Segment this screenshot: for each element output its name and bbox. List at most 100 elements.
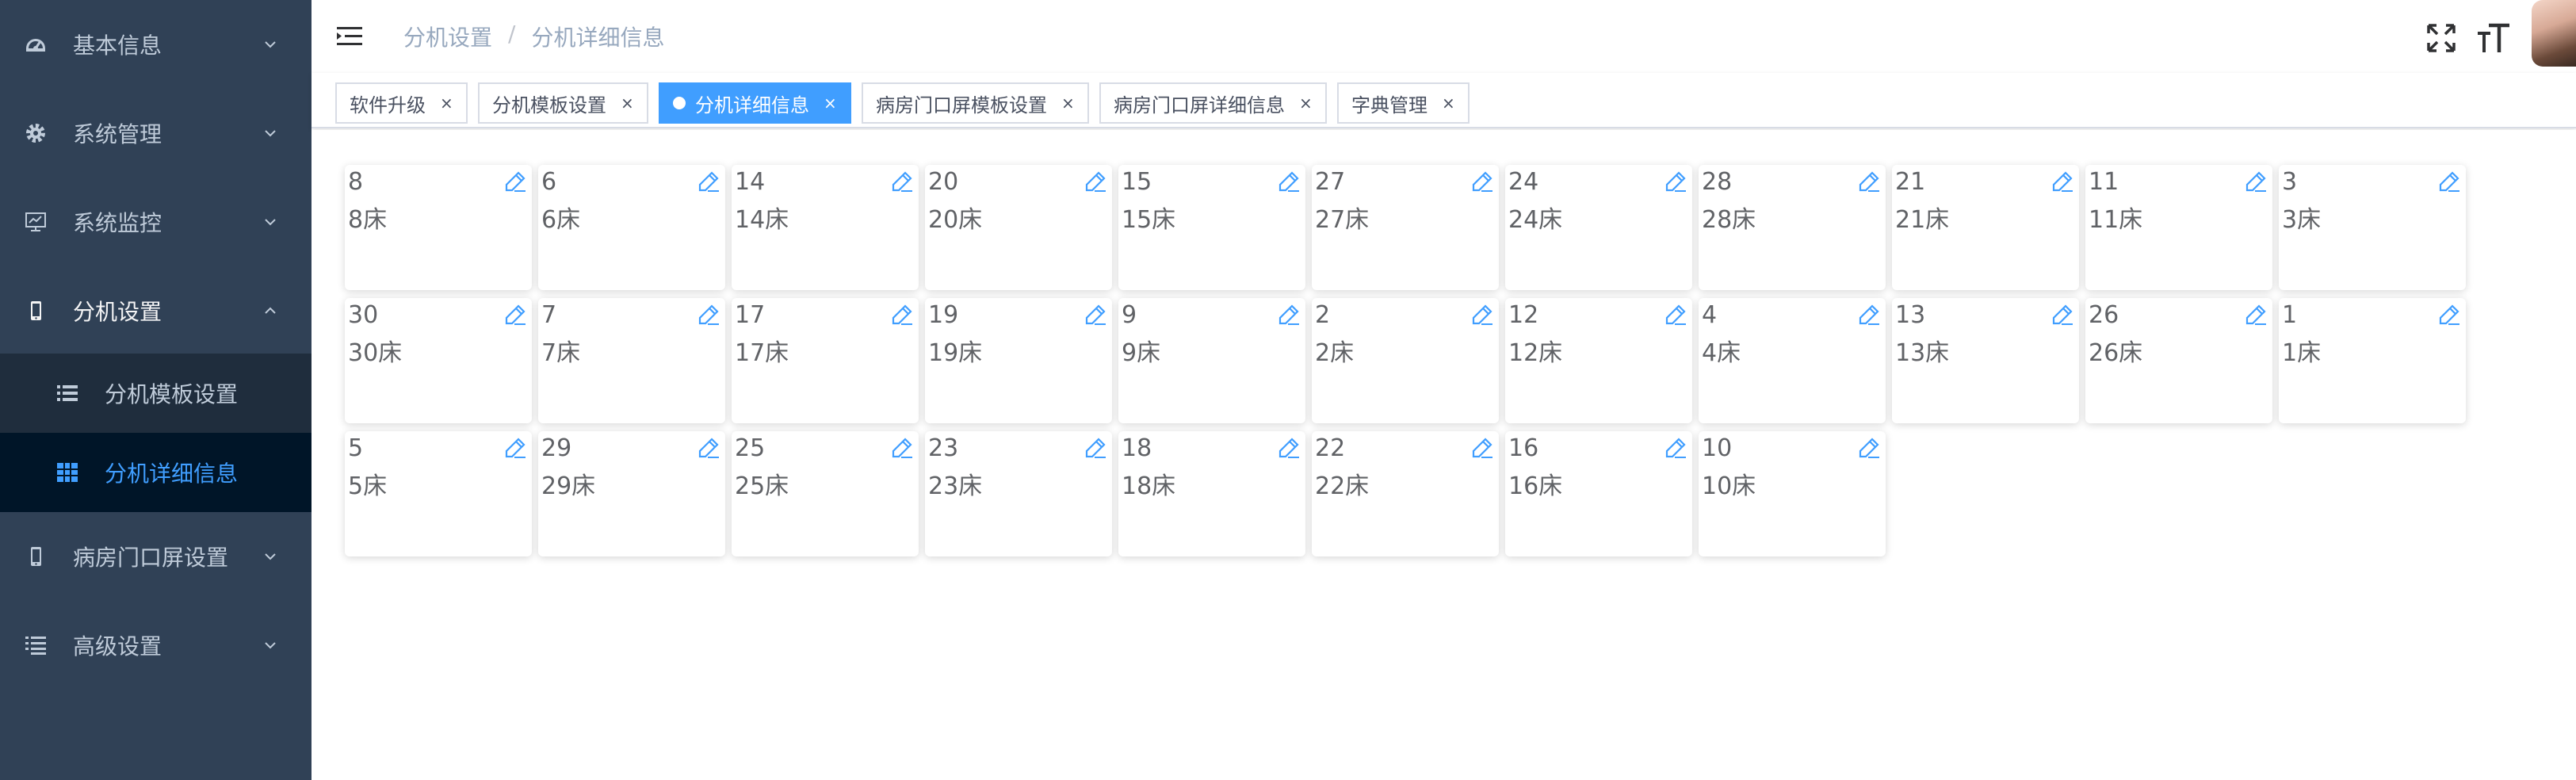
edit-icon[interactable] — [2244, 170, 2268, 193]
fullscreen-icon[interactable] — [2425, 22, 2457, 54]
close-icon[interactable]: × — [621, 94, 634, 113]
extension-card[interactable]: 8 8床 — [345, 165, 532, 290]
extension-card[interactable]: 12 12床 — [1505, 298, 1692, 423]
breadcrumb-item[interactable]: 分机设置 — [403, 21, 492, 52]
extension-card[interactable]: 3 3床 — [2279, 165, 2466, 290]
extension-card[interactable]: 7 7床 — [538, 298, 725, 423]
extension-card[interactable]: 20 20床 — [925, 165, 1112, 290]
edit-icon[interactable] — [2437, 303, 2461, 327]
extension-card[interactable]: 30 30床 — [345, 298, 532, 423]
edit-icon[interactable] — [1857, 303, 1881, 327]
extension-card[interactable]: 9 9床 — [1118, 298, 1305, 423]
edit-icon[interactable] — [697, 436, 720, 460]
tag-label: 分机详细信息 — [695, 94, 809, 117]
edit-icon[interactable] — [1857, 170, 1881, 193]
edit-icon[interactable] — [1084, 436, 1107, 460]
sidebar-subitem-extension-details[interactable]: 分机详细信息 — [0, 433, 311, 512]
extension-card[interactable]: 17 17床 — [732, 298, 919, 423]
close-icon[interactable]: × — [1061, 94, 1075, 113]
sidebar-item-ward-door-screen[interactable]: 病房门口屏设置 — [0, 512, 311, 601]
extension-card[interactable]: 21 21床 — [1892, 165, 2079, 290]
bed-label: 15床 — [1122, 206, 1176, 234]
bed-label: 10床 — [1702, 472, 1756, 500]
bed-label: 26床 — [2089, 339, 2143, 367]
edit-icon[interactable] — [697, 170, 720, 193]
edit-icon[interactable] — [1084, 170, 1107, 193]
tag-extension-template[interactable]: 分机模板设置 × — [478, 82, 648, 124]
extension-card[interactable]: 27 27床 — [1312, 165, 1499, 290]
edit-icon[interactable] — [890, 303, 914, 327]
edit-icon[interactable] — [1277, 436, 1301, 460]
edit-icon[interactable] — [697, 303, 720, 327]
extension-card[interactable]: 10 10床 — [1699, 431, 1886, 556]
extension-card[interactable]: 18 18床 — [1118, 431, 1305, 556]
edit-icon[interactable] — [1084, 303, 1107, 327]
edit-icon[interactable] — [2050, 303, 2074, 327]
extension-card[interactable]: 11 11床 — [2085, 165, 2272, 290]
hamburger-icon[interactable] — [335, 22, 364, 51]
tag-dictionary[interactable]: 字典管理 × — [1337, 82, 1470, 124]
extension-card[interactable]: 4 4床 — [1699, 298, 1886, 423]
edit-icon[interactable] — [1470, 170, 1494, 193]
extension-card[interactable]: 6 6床 — [538, 165, 725, 290]
edit-icon[interactable] — [2050, 170, 2074, 193]
extension-card[interactable]: 28 28床 — [1699, 165, 1886, 290]
close-icon[interactable]: × — [440, 94, 453, 113]
font-size-icon[interactable] — [2476, 21, 2511, 55]
extension-card[interactable]: 14 14床 — [732, 165, 919, 290]
sidebar-item-system-monitor[interactable]: 系统监控 — [0, 178, 311, 266]
extension-card[interactable]: 5 5床 — [345, 431, 532, 556]
tag-extension-details[interactable]: 分机详细信息 × — [659, 82, 851, 124]
tag-software-upgrade[interactable]: 软件升级 × — [335, 82, 468, 124]
breadcrumb-item-current: 分机详细信息 — [531, 25, 665, 51]
edit-icon[interactable] — [890, 436, 914, 460]
sidebar-subitem-extension-template[interactable]: 分机模板设置 — [0, 354, 311, 433]
extension-card[interactable]: 26 26床 — [2085, 298, 2272, 423]
extension-card[interactable]: 23 23床 — [925, 431, 1112, 556]
extension-card[interactable]: 24 24床 — [1505, 165, 1692, 290]
bed-label: 29床 — [541, 472, 596, 500]
sidebar-item-basic-info[interactable]: 基本信息 — [0, 0, 311, 89]
sidebar-item-system-management[interactable]: 系统管理 — [0, 89, 311, 178]
extension-card[interactable]: 13 13床 — [1892, 298, 2079, 423]
bed-label: 27床 — [1315, 206, 1370, 234]
extension-number: 5 — [348, 434, 364, 462]
edit-icon[interactable] — [1277, 170, 1301, 193]
close-icon[interactable]: × — [1299, 94, 1313, 113]
extension-card[interactable]: 19 19床 — [925, 298, 1112, 423]
sidebar-item-advanced-settings[interactable]: 高级设置 — [0, 601, 311, 690]
extension-number: 21 — [1895, 168, 1926, 196]
extension-card[interactable]: 16 16床 — [1505, 431, 1692, 556]
edit-icon[interactable] — [1470, 303, 1494, 327]
extension-card[interactable]: 1 1床 — [2279, 298, 2466, 423]
close-icon[interactable]: × — [1442, 94, 1455, 113]
dashboard-icon — [22, 31, 49, 58]
extension-number: 24 — [1508, 168, 1539, 196]
edit-icon[interactable] — [1857, 436, 1881, 460]
edit-icon[interactable] — [1664, 303, 1687, 327]
extension-card[interactable]: 22 22床 — [1312, 431, 1499, 556]
chevron-down-icon — [265, 219, 276, 226]
extension-card[interactable]: 2 2床 — [1312, 298, 1499, 423]
bed-label: 7床 — [541, 339, 581, 367]
sidebar-item-label: 基本信息 — [73, 32, 162, 59]
edit-icon[interactable] — [503, 436, 527, 460]
edit-icon[interactable] — [1277, 303, 1301, 327]
edit-icon[interactable] — [2244, 303, 2268, 327]
extension-card[interactable]: 25 25床 — [732, 431, 919, 556]
edit-icon[interactable] — [1470, 436, 1494, 460]
edit-icon[interactable] — [890, 170, 914, 193]
extension-card[interactable]: 15 15床 — [1118, 165, 1305, 290]
edit-icon[interactable] — [2437, 170, 2461, 193]
edit-icon[interactable] — [1664, 170, 1687, 193]
extension-card[interactable]: 29 29床 — [538, 431, 725, 556]
tag-ward-door-template[interactable]: 病房门口屏模板设置 × — [862, 82, 1089, 124]
close-icon[interactable]: × — [824, 94, 837, 113]
avatar[interactable] — [2532, 0, 2576, 67]
tag-ward-door-details[interactable]: 病房门口屏详细信息 × — [1099, 82, 1327, 124]
edit-icon[interactable] — [503, 303, 527, 327]
edit-icon[interactable] — [503, 170, 527, 193]
extension-number: 6 — [541, 168, 557, 196]
sidebar-item-extension-settings[interactable]: 分机设置 — [0, 266, 311, 355]
edit-icon[interactable] — [1664, 436, 1687, 460]
